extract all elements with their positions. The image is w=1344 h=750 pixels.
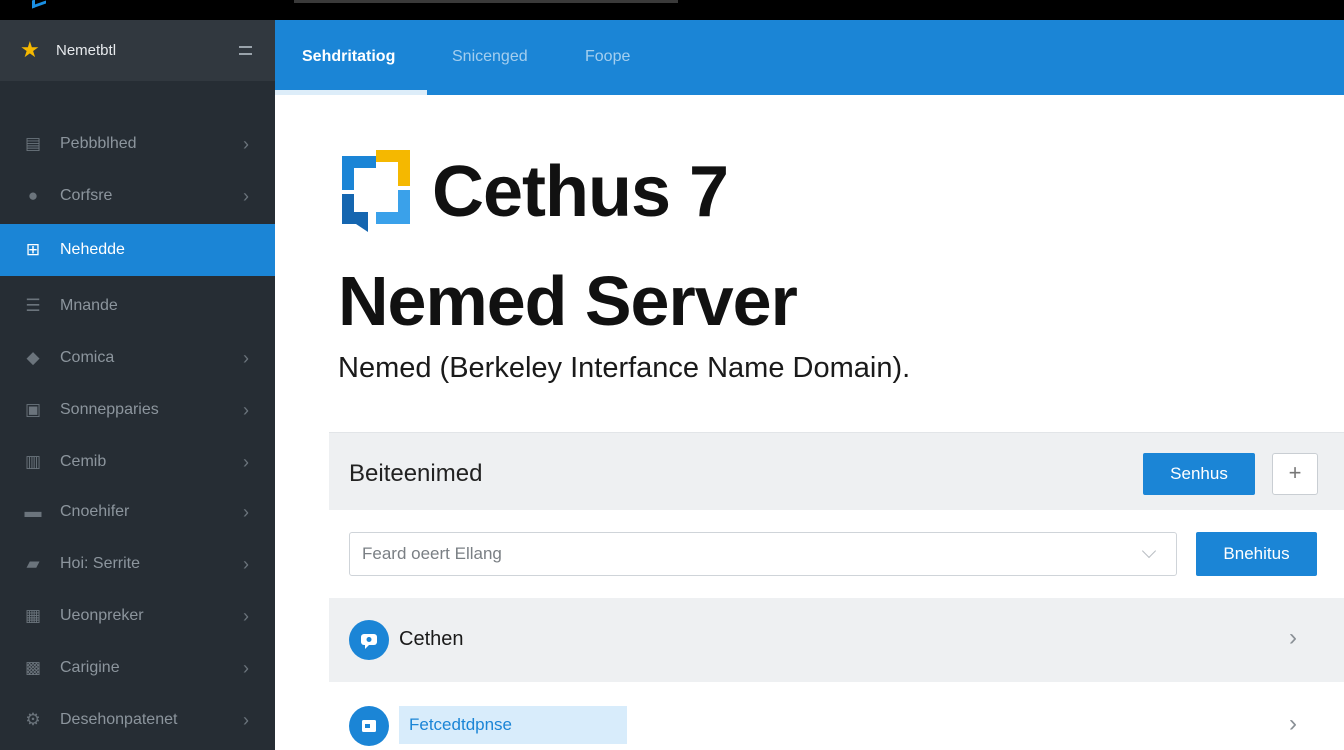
tab-2[interactable]: Snicenged — [452, 48, 528, 66]
display-icon: ▬ — [24, 502, 42, 521]
sidebar-item-label: Nehedde — [60, 241, 125, 258]
sidebar-item-label: Hoi: Serrite — [60, 555, 141, 572]
add-button[interactable]: + — [1272, 453, 1318, 495]
page-title: Nemed Server — [338, 262, 798, 340]
sidebar-item-2[interactable]: ● Corfsre › — [0, 170, 275, 222]
chevron-right-icon: › — [243, 400, 249, 420]
sidebar-title: Nemetbtl — [56, 42, 117, 59]
sidebar-item-label: Corfsre — [60, 187, 113, 204]
chevron-right-icon: › — [243, 710, 249, 730]
chevron-right-icon: › — [243, 186, 249, 206]
window-top-bar — [0, 0, 1344, 20]
search-button[interactable]: Bnehitus — [1196, 532, 1317, 576]
list-item-label[interactable]: Fetcedtdpnse — [399, 706, 627, 744]
gear-icon: ⚙ — [25, 710, 41, 729]
file-icon: ▰ — [26, 554, 40, 573]
chevron-right-icon: › — [243, 658, 249, 678]
chevron-right-icon: › — [243, 502, 249, 522]
sidebar-item-6[interactable]: ▣ Sonnepparies › — [0, 384, 275, 436]
sidebar-item-12[interactable]: ⚙ Desehonpatenet › — [0, 694, 275, 746]
sidebar-item-label: Carigine — [60, 659, 120, 676]
tab-3[interactable]: Foope — [585, 48, 630, 66]
sidebar-item-label: Pebbblhed — [60, 135, 137, 152]
sidebar-item-label: Cnoehifer — [60, 503, 130, 520]
sidebar-item-9[interactable]: ▰ Hoi: Serrite › — [0, 538, 275, 590]
calendar-icon: ▩ — [24, 658, 42, 677]
sidebar-item-1[interactable]: ▤ Pebbblhed › — [0, 118, 275, 170]
back-arrow-icon[interactable] — [32, 0, 46, 9]
hamburger-menu-icon[interactable] — [239, 46, 252, 55]
window-icon — [349, 706, 389, 746]
chat-icon — [349, 620, 389, 660]
search-input[interactable] — [349, 532, 1177, 576]
page-subtitle: Nemed (Berkeley Interfance Name Domain). — [338, 352, 911, 384]
sidebar-item-7[interactable]: ▥ Cemib › — [0, 436, 275, 488]
user-icon: ● — [27, 186, 39, 205]
sidebar-item-3[interactable]: ⊞ Nehedde — [0, 224, 275, 276]
sidebar-item-11[interactable]: ▩ Carigine › — [0, 642, 275, 694]
primary-action-button[interactable]: Senhus — [1143, 453, 1255, 495]
sidebar-header: ★ Nemetbtl — [0, 20, 275, 81]
box-icon: ▦ — [24, 606, 42, 625]
sidebar-item-4[interactable]: ☰ Mnande — [0, 280, 275, 332]
chevron-right-icon: › — [243, 554, 249, 574]
folder-icon: ▥ — [24, 452, 42, 471]
tab-1[interactable]: Sehdritatiog — [302, 48, 395, 66]
chevron-right-icon: › — [243, 134, 249, 154]
app-logo-icon — [338, 146, 414, 232]
chevron-right-icon: › — [243, 606, 249, 626]
list-item[interactable]: Fetcedtdpnse › — [329, 682, 1344, 750]
sidebar-item-10[interactable]: ▦ Ueonpreker › — [0, 590, 275, 642]
network-icon: ⊞ — [25, 240, 41, 259]
sidebar-item-label: Desehonpatenet — [60, 711, 178, 728]
tray-icon: ☰ — [25, 296, 41, 315]
list-item-label: Cethen — [399, 628, 464, 650]
sidebar-item-label: Sonnepparies — [60, 401, 159, 418]
sidebar: ★ Nemetbtl ▤ Pebbblhed › ● Corfsre › ⊞ N… — [0, 20, 275, 750]
sidebar-item-label: Comica — [60, 349, 115, 366]
sidebar-item-5[interactable]: ◆ Comica › — [0, 332, 275, 384]
sidebar-item-label: Cemib — [60, 453, 107, 470]
chevron-right-icon: › — [1289, 710, 1297, 737]
chevron-right-icon: › — [243, 452, 249, 472]
server-icon: ▤ — [24, 134, 42, 153]
star-icon: ★ — [20, 37, 40, 62]
panel-header: Beiteenimed Senhus + — [329, 432, 1344, 510]
app-title: Cethus 7 — [432, 152, 729, 232]
chevron-right-icon: › — [243, 348, 249, 368]
tab-bar: Sehdritatiog Snicenged Foope — [275, 20, 1344, 95]
briefcase-icon: ▣ — [24, 400, 42, 419]
panel-title: Beiteenimed — [349, 460, 483, 487]
search-row: Bnehitus — [329, 510, 1344, 598]
sidebar-item-8[interactable]: ▬ Cnoehifer › — [0, 486, 275, 538]
active-tab-indicator — [275, 90, 427, 95]
sidebar-item-label: Mnande — [60, 297, 118, 314]
chevron-right-icon: › — [1289, 624, 1297, 651]
list-item[interactable]: Cethen › — [329, 598, 1344, 682]
sidebar-item-label: Ueonpreker — [60, 607, 144, 624]
tag-icon: ◆ — [26, 348, 40, 367]
address-bar[interactable] — [294, 0, 678, 3]
